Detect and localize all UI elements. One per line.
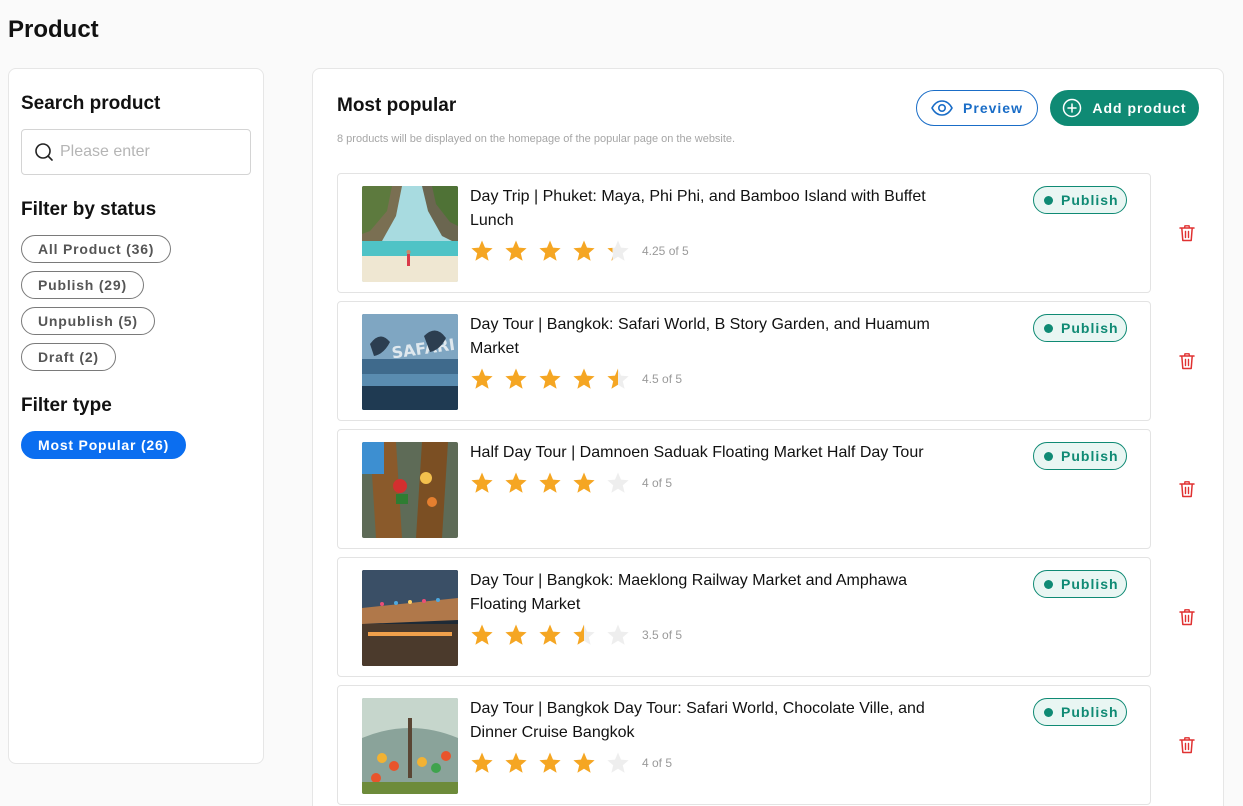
star-icon	[505, 624, 527, 645]
star-icon	[573, 752, 595, 773]
search-input[interactable]	[60, 143, 240, 161]
most-popular-panel: Most popular 8 products will be displaye…	[312, 68, 1224, 806]
dot-icon	[1044, 707, 1053, 717]
star-icon	[573, 624, 595, 645]
product-card[interactable]: SAFARI Day Tour | Bangkok: Safari World,…	[337, 301, 1151, 421]
trash-icon	[1179, 737, 1195, 754]
star-icon	[539, 240, 561, 261]
star-icon	[539, 624, 561, 645]
rating-stars: 4 of 5	[470, 751, 672, 775]
status-label: Publish	[1061, 576, 1119, 592]
add-product-label: Add product	[1092, 100, 1187, 116]
status-chip-draft[interactable]: Draft (2)	[21, 343, 116, 371]
star-icon	[505, 368, 527, 389]
product-card[interactable]: Day Trip | Phuket: Maya, Phi Phi, and Ba…	[337, 173, 1151, 293]
rating-stars: 3.5 of 5	[470, 623, 682, 647]
eye-icon	[931, 100, 953, 116]
star-icon	[573, 240, 595, 261]
status-badge[interactable]: Publish	[1033, 698, 1127, 726]
rating-text: 4.25 of 5	[642, 244, 689, 258]
dot-icon	[1044, 451, 1053, 461]
star-icon	[471, 752, 493, 773]
star-icon	[471, 472, 493, 493]
delete-button[interactable]	[1177, 607, 1197, 627]
delete-button[interactable]	[1177, 351, 1197, 371]
star-icon	[539, 752, 561, 773]
rating-text: 4.5 of 5	[642, 372, 683, 386]
search-field[interactable]	[21, 129, 251, 175]
status-label: Publish	[1061, 448, 1119, 464]
product-thumbnail	[362, 570, 458, 666]
product-card[interactable]: Half Day Tour | Damnoen Saduak Floating …	[337, 429, 1151, 549]
section-title: Most popular	[337, 95, 457, 116]
product-title[interactable]: Day Trip | Phuket: Maya, Phi Phi, and Ba…	[470, 185, 960, 233]
star-icon	[607, 472, 629, 493]
star-icon	[505, 752, 527, 773]
rating-text: 3.5 of 5	[642, 628, 683, 642]
star-icon	[539, 472, 561, 493]
trash-icon	[1179, 481, 1195, 498]
product-card[interactable]: Day Tour | Bangkok: Maeklong Railway Mar…	[337, 557, 1151, 677]
status-label: Publish	[1061, 192, 1119, 208]
status-badge[interactable]: Publish	[1033, 442, 1127, 470]
add-product-button[interactable]: Add product	[1050, 90, 1199, 126]
type-chip-most-popular[interactable]: Most Popular (26)	[21, 431, 187, 459]
type-filter-heading: Filter type	[21, 395, 112, 416]
delete-button[interactable]	[1177, 223, 1197, 243]
status-badge[interactable]: Publish	[1033, 186, 1127, 214]
star-icon	[471, 368, 493, 389]
dot-icon	[1044, 323, 1053, 333]
product-title[interactable]: Day Tour | Bangkok: Safari World, B Stor…	[470, 313, 960, 361]
dot-icon	[1044, 195, 1053, 205]
rating-stars: 4.5 of 5	[470, 367, 682, 391]
rating-stars: 4 of 5	[470, 471, 672, 495]
star-icon	[607, 240, 629, 261]
star-icon	[539, 368, 561, 389]
star-icon	[607, 624, 629, 645]
star-icon	[471, 624, 493, 645]
status-chip-publish[interactable]: Publish (29)	[21, 271, 144, 299]
product-card[interactable]: Day Tour | Bangkok Day Tour: Safari Worl…	[337, 685, 1151, 805]
rating-text: 4 of 5	[642, 476, 673, 490]
star-icon	[607, 752, 629, 773]
plus-circle-icon	[1063, 98, 1082, 118]
product-title[interactable]: Day Tour | Bangkok: Maeklong Railway Mar…	[470, 569, 960, 617]
star-icon	[607, 368, 629, 389]
product-title[interactable]: Half Day Tour | Damnoen Saduak Floating …	[470, 441, 960, 465]
section-subtitle: 8 products will be displayed on the home…	[337, 133, 736, 145]
product-thumbnail	[362, 442, 458, 538]
star-icon	[471, 240, 493, 261]
trash-icon	[1179, 609, 1195, 626]
preview-button[interactable]: Preview	[916, 90, 1038, 126]
filter-sidebar: Search product Filter by status All Prod…	[8, 68, 264, 764]
product-thumbnail	[362, 698, 458, 794]
status-label: Publish	[1061, 320, 1119, 336]
star-icon	[505, 472, 527, 493]
trash-icon	[1179, 353, 1195, 370]
star-icon	[505, 240, 527, 261]
rating-stars: 4.25 of 5	[470, 239, 689, 263]
star-icon	[573, 368, 595, 389]
preview-label: Preview	[963, 100, 1023, 116]
page-title: Product	[8, 16, 99, 43]
status-badge[interactable]: Publish	[1033, 570, 1127, 598]
delete-button[interactable]	[1177, 479, 1197, 499]
status-filter-heading: Filter by status	[21, 199, 157, 220]
status-badge[interactable]: Publish	[1033, 314, 1127, 342]
star-icon	[573, 472, 595, 493]
dot-icon	[1044, 579, 1053, 589]
status-label: Publish	[1061, 704, 1119, 720]
search-icon	[35, 143, 53, 161]
rating-text: 4 of 5	[642, 756, 673, 770]
status-chip-unpublish[interactable]: Unpublish (5)	[21, 307, 155, 335]
product-thumbnail: SAFARI	[362, 314, 458, 410]
product-thumbnail	[362, 186, 458, 282]
trash-icon	[1179, 225, 1195, 242]
delete-button[interactable]	[1177, 735, 1197, 755]
product-title[interactable]: Day Tour | Bangkok Day Tour: Safari Worl…	[470, 697, 960, 745]
status-chip-all[interactable]: All Product (36)	[21, 235, 172, 263]
search-heading: Search product	[21, 93, 161, 114]
